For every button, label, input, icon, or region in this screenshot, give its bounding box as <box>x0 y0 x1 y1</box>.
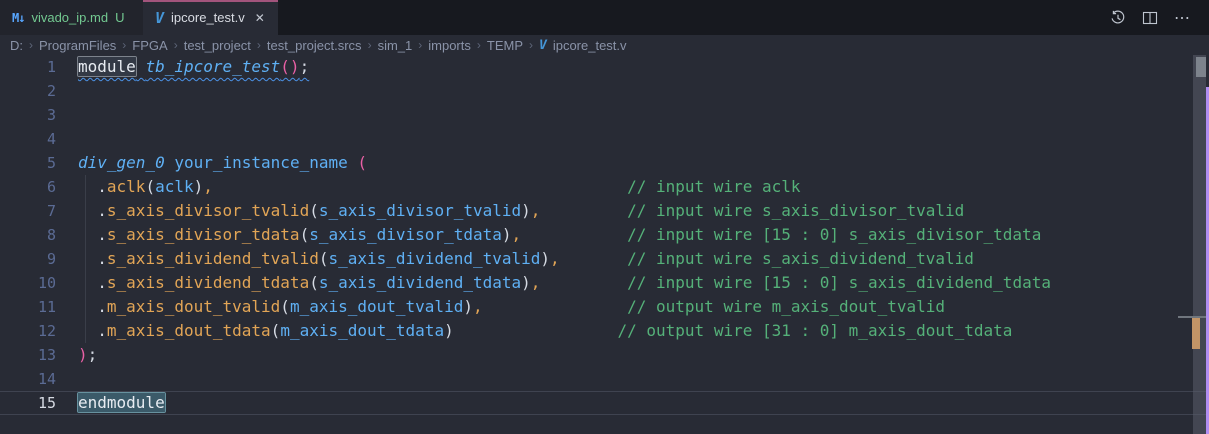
line-number: 9 <box>0 247 56 271</box>
code-editor[interactable]: 1 module tb_ipcore_test(); 2345div_gen_0 y… <box>0 55 1209 434</box>
code-text: ); <box>56 343 97 367</box>
line-number: 14 <box>0 367 56 391</box>
breadcrumb: D: › ProgramFiles › FPGA › test_project › test_p… <box>0 35 1209 55</box>
breadcrumb-file[interactable]: ipcore_test.v <box>553 38 627 53</box>
line-number: 7 <box>0 199 56 223</box>
tab-bar: M↓ vivado_ip.md U V ipcore_test.v ✕ ⋯ <box>0 0 1209 35</box>
breadcrumb-separator: › <box>29 38 33 52</box>
verilog-file-icon: V <box>539 38 547 53</box>
code-line-7[interactable]: 7 .s_axis_divisor_tvalid(s_axis_divisor_… <box>0 199 1209 223</box>
code-line-13[interactable]: 13); <box>0 343 1209 367</box>
code-lines: 1 module tb_ipcore_test(); 2345div_gen_0 y… <box>0 55 1209 415</box>
tab-ipcore-test-v[interactable]: V ipcore_test.v ✕ <box>143 0 278 35</box>
breadcrumb-separator: › <box>368 38 372 52</box>
code-line-12[interactable]: 12 .m_axis_dout_tdata(m_axis_dout_tdata)… <box>0 319 1209 343</box>
scrollbar[interactable] <box>1193 55 1206 434</box>
code-text <box>56 79 78 103</box>
breadcrumb-item[interactable]: sim_1 <box>378 38 413 53</box>
timeline-history-icon[interactable] <box>1110 10 1126 26</box>
line-number: 8 <box>0 223 56 247</box>
code-line-5[interactable]: 5div_gen_0 your_instance_name ( <box>0 151 1209 175</box>
tab-vivado-ip-md[interactable]: M↓ vivado_ip.md U <box>0 0 143 35</box>
code-text: module tb_ipcore_test(); <box>56 55 309 79</box>
code-line-11[interactable]: 11 .m_axis_dout_tvalid(m_axis_dout_tvali… <box>0 295 1209 319</box>
code-text <box>56 367 78 391</box>
line-number: 6 <box>0 175 56 199</box>
tab-label: vivado_ip.md <box>31 10 108 25</box>
split-editor-icon[interactable] <box>1142 10 1158 26</box>
code-line-8[interactable]: 8 .s_axis_divisor_tdata(s_axis_divisor_t… <box>0 223 1209 247</box>
overview-modified-marker <box>1192 318 1200 349</box>
close-icon[interactable]: ✕ <box>255 11 265 25</box>
code-line-10[interactable]: 10 .s_axis_dividend_tdata(s_axis_dividen… <box>0 271 1209 295</box>
git-untracked-badge: U <box>115 10 124 25</box>
line-number: 10 <box>0 271 56 295</box>
line-number: 5 <box>0 151 56 175</box>
code-text <box>56 103 78 127</box>
breadcrumb-separator: › <box>529 38 533 52</box>
breadcrumb-separator: › <box>418 38 422 52</box>
line-number: 3 <box>0 103 56 127</box>
line-number: 2 <box>0 79 56 103</box>
breadcrumb-separator: › <box>477 38 481 52</box>
code-line-1[interactable]: 1 module tb_ipcore_test(); <box>0 55 1209 79</box>
breadcrumb-item[interactable]: imports <box>428 38 471 53</box>
lint-squiggle: module tb_ipcore_test(); <box>78 57 309 76</box>
breadcrumb-item[interactable]: test_project.srcs <box>267 38 362 53</box>
breadcrumb-separator: › <box>122 38 126 52</box>
code-line-2[interactable]: 2 <box>0 79 1209 103</box>
line-number: 13 <box>0 343 56 367</box>
code-text: .m_axis_dout_tvalid(m_axis_dout_tvalid),… <box>56 295 945 319</box>
code-line-3[interactable]: 3 <box>0 103 1209 127</box>
line-number: 1 <box>0 55 56 79</box>
code-text: .s_axis_dividend_tdata(s_axis_dividend_t… <box>56 271 1051 295</box>
editor-window: M↓ vivado_ip.md U V ipcore_test.v ✕ ⋯ D:… <box>0 0 1209 434</box>
more-actions-icon[interactable]: ⋯ <box>1174 8 1191 28</box>
code-line-6[interactable]: 6 .aclk(aclk), // input wire aclk <box>0 175 1209 199</box>
breadcrumb-separator: › <box>174 38 178 52</box>
breadcrumb-item[interactable]: D: <box>10 38 23 53</box>
editor-actions: ⋯ <box>1110 0 1209 35</box>
breadcrumb-item[interactable]: TEMP <box>487 38 523 53</box>
line-number: 4 <box>0 127 56 151</box>
code-text: div_gen_0 your_instance_name ( <box>56 151 367 175</box>
code-text: .m_axis_dout_tdata(m_axis_dout_tdata) //… <box>56 319 1012 343</box>
code-text: .s_axis_divisor_tvalid(s_axis_divisor_tv… <box>56 199 964 223</box>
code-text: .s_axis_divisor_tdata(s_axis_divisor_tda… <box>56 223 1041 247</box>
overview-selection-marker <box>1196 57 1206 77</box>
breadcrumb-item[interactable]: ProgramFiles <box>39 38 116 53</box>
breadcrumb-item[interactable]: FPGA <box>132 38 167 53</box>
breadcrumb-item[interactable]: test_project <box>184 38 251 53</box>
code-text: .aclk(aclk), // input wire aclk <box>56 175 801 199</box>
code-line-14[interactable]: 14 <box>0 367 1209 391</box>
code-text: endmodule <box>56 391 165 415</box>
code-line-4[interactable]: 4 <box>0 127 1209 151</box>
code-text <box>56 127 78 151</box>
code-line-9[interactable]: 9 .s_axis_dividend_tvalid(s_axis_dividen… <box>0 247 1209 271</box>
line-number: 12 <box>0 319 56 343</box>
markdown-icon: M↓ <box>12 11 24 25</box>
tab-label: ipcore_test.v <box>171 10 245 25</box>
line-number: 11 <box>0 295 56 319</box>
code-text: .s_axis_dividend_tvalid(s_axis_dividend_… <box>56 247 974 271</box>
line-number: 15 <box>0 391 56 415</box>
code-line-15[interactable]: 15endmodule <box>0 391 1209 415</box>
verilog-file-icon: V <box>155 9 164 27</box>
breadcrumb-separator: › <box>257 38 261 52</box>
